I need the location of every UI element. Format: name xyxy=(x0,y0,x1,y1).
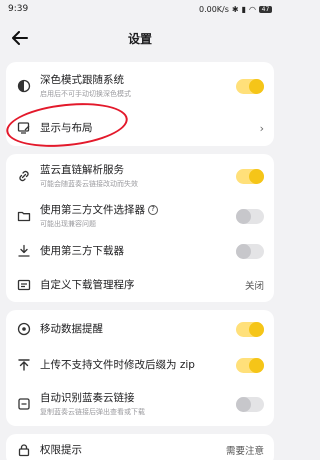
battery-icon: 47 xyxy=(259,5,272,13)
upload-icon xyxy=(16,357,32,373)
dark-mode-toggle[interactable] xyxy=(236,78,264,94)
clipboard-icon xyxy=(16,396,32,412)
app-bar: 设置 xyxy=(0,18,280,58)
setting-auto-detect-link[interactable]: 自动识别蓝奏云链接 复制蓝奏云链接后弹出查看或下载 xyxy=(6,382,274,426)
layout-icon xyxy=(16,120,32,136)
setting-label: 深色模式跟随系统 xyxy=(40,73,124,86)
chevron-right-icon: › xyxy=(259,121,264,135)
status-time: 9:39 xyxy=(8,4,29,14)
setting-description: 复制蓝奏云链接后弹出查看或下载 xyxy=(40,407,145,416)
globe-icon xyxy=(16,321,32,337)
setting-permission-tip[interactable]: 权限提示 需要注意 xyxy=(6,434,274,460)
help-icon[interactable]: ? xyxy=(148,204,158,215)
setting-label: 显示与布局 xyxy=(40,121,93,134)
settings-group-permissions: 权限提示 需要注意 xyxy=(6,434,274,460)
setting-value: 需要注意 xyxy=(225,446,264,457)
arrow-left-icon xyxy=(12,31,28,45)
setting-label: 蓝云直链解析服务 xyxy=(40,163,124,176)
setting-lanzou-dns[interactable]: 蓝云直链解析服务 可能会随蓝奏云链接改动而失效 xyxy=(6,154,274,198)
wifi-icon: ◠ xyxy=(249,4,256,14)
setting-label: 权限提示 xyxy=(40,443,82,456)
setting-label: 移动数据提醒 xyxy=(40,322,103,335)
auto-detect-link-toggle[interactable] xyxy=(236,396,264,412)
setting-label: 上传不支持文件时修改后缀为 zip xyxy=(40,358,195,371)
status-indicators: 0.00K/s ✱ ▮ ◠ 47 xyxy=(199,5,272,14)
lock-icon xyxy=(16,442,32,458)
dark-mode-icon xyxy=(16,78,32,94)
folder-icon xyxy=(16,208,32,224)
setting-label: 使用第三方下载器 xyxy=(40,244,124,257)
lanzou-dns-toggle[interactable] xyxy=(236,168,264,184)
download-icon xyxy=(16,243,32,259)
setting-dark-mode[interactable]: 深色模式跟随系统 启用后不可手动切换深色模式 xyxy=(6,62,274,110)
download-manager-icon xyxy=(16,277,32,293)
setting-value: 关闭 xyxy=(244,281,264,292)
setting-label: 使用第三方文件选择器 xyxy=(40,203,145,216)
bluetooth-icon: ✱ xyxy=(231,4,239,14)
mobile-data-alert-toggle[interactable] xyxy=(236,321,264,337)
settings-group-download: 蓝云直链解析服务 可能会随蓝奏云链接改动而失效 使用第三方文件选择器? 可能出现… xyxy=(6,154,274,302)
status-bar: 9:39 0.00K/s ✱ ▮ ◠ 47 xyxy=(0,0,280,18)
setting-label: 自动识别蓝奏云链接 xyxy=(40,391,135,404)
setting-third-party-downloader[interactable]: 使用第三方下载器 xyxy=(6,234,274,268)
setting-display-layout[interactable]: 显示与布局 › xyxy=(6,110,274,146)
zip-suffix-toggle[interactable] xyxy=(236,357,264,373)
network-speed: 0.00K/s xyxy=(198,4,229,14)
setting-zip-suffix[interactable]: 上传不支持文件时修改后缀为 zip xyxy=(6,348,274,382)
settings-group-upload: 移动数据提醒 上传不支持文件时修改后缀为 zip 自动识别蓝奏云链接 复制蓝奏云… xyxy=(6,310,274,426)
link-icon xyxy=(16,168,32,184)
setting-custom-download-manager[interactable]: 自定义下载管理程序 关闭 xyxy=(6,268,274,302)
setting-description: 可能会随蓝奏云链接改动而失效 xyxy=(40,179,138,188)
page-title: 设置 xyxy=(127,31,152,46)
settings-group-appearance: 深色模式跟随系统 启用后不可手动切换深色模式 显示与布局 › xyxy=(6,62,274,146)
setting-mobile-data-alert[interactable]: 移动数据提醒 xyxy=(6,310,274,348)
signal-icon: ▮ xyxy=(241,4,247,14)
third-party-picker-toggle[interactable] xyxy=(236,208,264,224)
setting-third-party-picker[interactable]: 使用第三方文件选择器? 可能出现兼容问题 xyxy=(6,198,274,234)
setting-label: 自定义下载管理程序 xyxy=(40,278,135,291)
back-button[interactable] xyxy=(10,28,30,48)
setting-description: 启用后不可手动切换深色模式 xyxy=(40,89,131,98)
setting-description: 可能出现兼容问题 xyxy=(40,219,96,228)
third-party-downloader-toggle[interactable] xyxy=(236,243,264,259)
